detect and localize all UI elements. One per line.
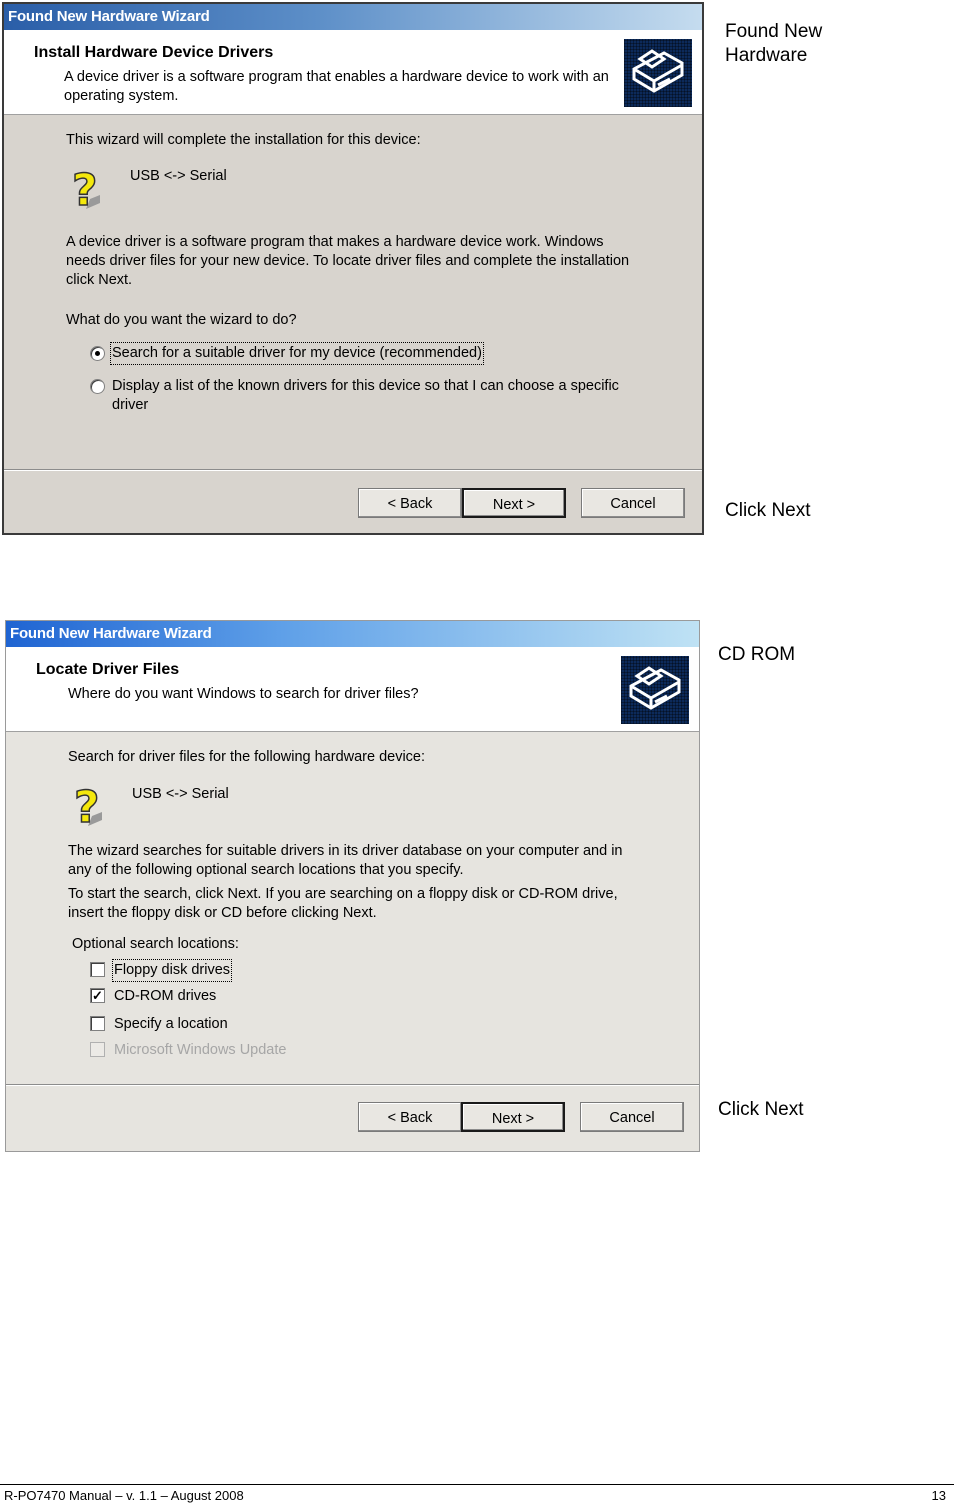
checkbox-specify-location[interactable]: [90, 1016, 105, 1031]
cancel-button[interactable]: Cancel: [580, 1102, 684, 1132]
dialog-header: Locate Driver Files Where do you want Wi…: [6, 647, 699, 732]
note-found-new-hardware: Found New Hardware: [725, 21, 823, 66]
checkmark-icon: ✓: [92, 988, 103, 1003]
dialog-subheading: A device driver is a software program th…: [64, 69, 609, 104]
divider: [6, 1084, 699, 1086]
description-text: A device driver is a software program th…: [66, 234, 630, 288]
dialog-subheading: Where do you want Windows to search for …: [68, 686, 419, 702]
dialog-heading: Locate Driver Files: [36, 661, 180, 678]
back-button[interactable]: < Back: [358, 488, 462, 518]
cancel-button[interactable]: Cancel: [581, 488, 685, 518]
dialog-heading: Install Hardware Device Drivers: [34, 44, 274, 61]
back-button[interactable]: < Back: [358, 1102, 462, 1132]
question-device-icon: ?: [71, 165, 100, 213]
next-button[interactable]: Next >: [462, 488, 566, 518]
device-name: USB <-> Serial: [130, 168, 227, 184]
option-search-label[interactable]: Search for a suitable driver for my devi…: [110, 342, 484, 365]
device-name: USB <-> Serial: [132, 786, 229, 802]
checkbox-windows-update: [90, 1042, 105, 1057]
description-text-2: To start the search, click Next. If you …: [68, 886, 618, 921]
checkbox-cdrom[interactable]: ✓: [90, 988, 105, 1003]
divider: [4, 469, 702, 471]
optional-locations-label: Optional search locations:: [72, 936, 239, 952]
dialog-title: Found New Hardware Wizard: [6, 621, 699, 647]
svg-text:?: ?: [72, 165, 98, 213]
checkbox-cdrom-label[interactable]: CD-ROM drives: [114, 987, 216, 1006]
radio-search-driver[interactable]: [90, 346, 105, 361]
note-cd-rom: CD ROM: [718, 644, 796, 665]
hardware-icon: [624, 39, 692, 107]
checkbox-floppy[interactable]: [90, 962, 105, 977]
wizard-question: What do you want the wizard to do?: [66, 312, 297, 328]
radio-display-list[interactable]: [90, 379, 105, 394]
page-number: 13: [931, 1488, 946, 1503]
note-click-next-1: Click Next: [725, 500, 811, 521]
option-display-label[interactable]: Display a list of the known drivers for …: [112, 377, 652, 415]
checkbox-specify-location-label[interactable]: Specify a location: [114, 1015, 228, 1034]
install-drivers-dialog: Found New Hardware Wizard Install Hardwa…: [2, 2, 704, 535]
locate-driver-dialog: Found New Hardware Wizard Locate Driver …: [5, 620, 700, 1152]
note-click-next-2: Click Next: [718, 1099, 804, 1120]
svg-text:?: ?: [74, 782, 100, 830]
hardware-icon: [621, 656, 689, 724]
dialog-header: Install Hardware Device Drivers A device…: [4, 30, 702, 115]
question-device-icon: ?: [73, 782, 102, 830]
intro-text: This wizard will complete the installati…: [66, 132, 421, 148]
next-button[interactable]: Next >: [461, 1102, 565, 1132]
checkbox-windows-update-label: Microsoft Windows Update: [114, 1042, 287, 1058]
dialog-title: Found New Hardware Wizard: [4, 4, 702, 30]
checkbox-floppy-label[interactable]: Floppy disk drives: [111, 959, 233, 982]
footer-rule: [0, 1484, 954, 1485]
footer-manual-info: R-PO7470 Manual – v. 1.1 – August 2008: [4, 1488, 244, 1503]
intro-text: Search for driver files for the followin…: [68, 749, 426, 765]
description-text-1: The wizard searches for suitable drivers…: [68, 843, 623, 878]
